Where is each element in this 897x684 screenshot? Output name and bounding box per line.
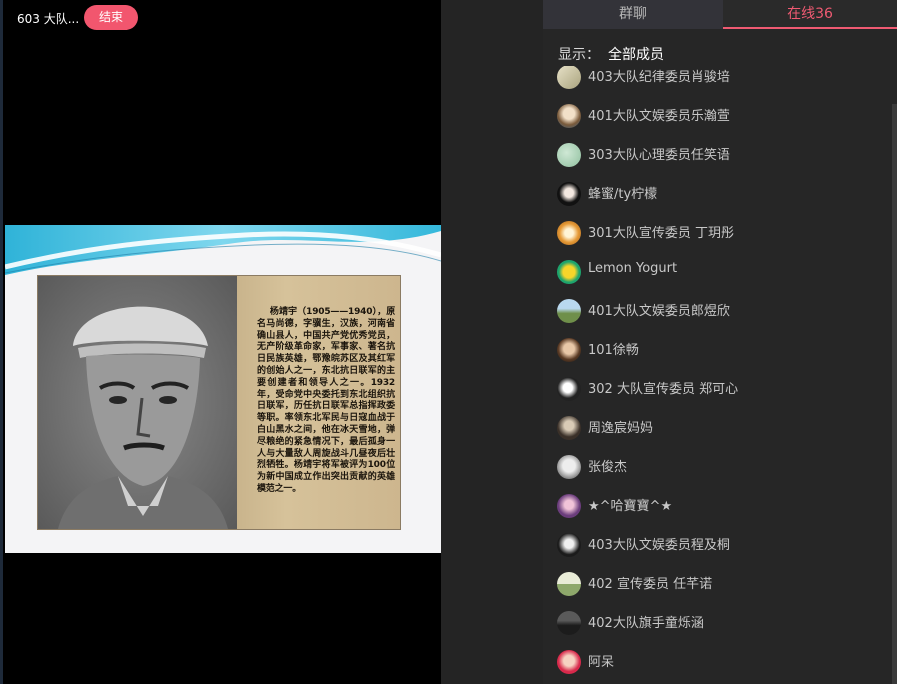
member-item[interactable]: 402大队旗手童烁涵	[557, 610, 887, 636]
member-item[interactable]: 101徐畅	[557, 337, 887, 363]
member-item[interactable]: 401大队文娱委员乐瀚萱	[557, 103, 887, 129]
portrait-photo	[38, 276, 237, 529]
avatar	[557, 650, 581, 674]
member-item[interactable]: 401大队文娱委员郎煜欣	[557, 298, 887, 324]
tab-group-chat[interactable]: 群聊	[543, 0, 723, 29]
avatar	[557, 455, 581, 479]
member-name: 403大队文娱委员程及桐	[588, 538, 730, 553]
member-item[interactable]: 301大队宣传委员 丁玥彤	[557, 220, 887, 246]
member-item[interactable]: 303大队心理委员任笑语	[557, 142, 887, 168]
member-item[interactable]: 蜂蜜/ty柠檬	[557, 181, 887, 207]
video-stage: 603 大队... 结束 杨靖宇（1905——1940），原名马尚德，字骥生，汉…	[0, 0, 441, 684]
member-name: 301大队宣传委员 丁玥彤	[588, 226, 734, 241]
member-filter: 显示： 全部成员	[558, 44, 664, 64]
member-name: 阿呆	[588, 655, 615, 670]
member-item[interactable]: Lemon Yogurt	[557, 259, 887, 285]
member-name: Lemon Yogurt	[588, 261, 678, 276]
member-name: 302 大队宣传委员 郑可心	[588, 382, 739, 397]
member-item[interactable]: 302 大队宣传委员 郑可心	[557, 376, 887, 402]
divider-area	[441, 0, 543, 684]
member-item[interactable]: 阿呆	[557, 649, 887, 675]
member-name: ★^哈寶寶^★	[588, 499, 673, 514]
panel-tabs: 群聊 在线36	[543, 0, 897, 29]
member-item[interactable]: 403大队纪律委员肖骏培	[557, 66, 887, 90]
member-name: 401大队文娱委员郎煜欣	[588, 304, 730, 319]
filter-dropdown[interactable]: 全部成员	[608, 47, 664, 63]
member-name: 101徐畅	[588, 343, 639, 358]
avatar	[557, 143, 581, 167]
member-name: 403大队纪律委员肖骏培	[588, 70, 730, 85]
stage-edge	[0, 0, 3, 684]
avatar	[557, 416, 581, 440]
avatar	[557, 377, 581, 401]
member-name: 张俊杰	[588, 460, 628, 475]
end-button[interactable]: 结束	[84, 5, 138, 30]
avatar	[557, 299, 581, 323]
member-item[interactable]: 402 宣传委员 任芊诺	[557, 571, 887, 597]
member-name: 402 宣传委员 任芊诺	[588, 577, 713, 592]
avatar	[557, 572, 581, 596]
avatar	[557, 494, 581, 518]
avatar	[557, 260, 581, 284]
member-name: 周逸宸妈妈	[588, 421, 654, 436]
member-item[interactable]: ★^哈寶寶^★	[557, 493, 887, 519]
bio-panel: 杨靖宇（1905——1940），原名马尚德，字骥生，汉族，河南省确山县人，中国共…	[237, 276, 400, 529]
biography-text: 杨靖宇（1905——1940），原名马尚德，字骥生，汉族，河南省确山县人，中国共…	[257, 307, 396, 494]
photo-frame: 杨靖宇（1905——1940），原名马尚德，字骥生，汉族，河南省确山县人，中国共…	[37, 275, 401, 530]
avatar	[557, 533, 581, 557]
tab-online[interactable]: 在线36	[723, 0, 897, 29]
scrollbar[interactable]	[892, 104, 897, 684]
side-panel: 群聊 在线36 显示： 全部成员 403大队纪律委员肖骏培 401大队文娱委员乐瀚萱…	[543, 0, 897, 684]
avatar	[557, 182, 581, 206]
avatar	[557, 66, 581, 89]
member-item[interactable]: 周逸宸妈妈	[557, 415, 887, 441]
avatar	[557, 611, 581, 635]
member-name: 401大队文娱委员乐瀚萱	[588, 109, 730, 124]
member-item[interactable]: 张俊杰	[557, 454, 887, 480]
member-name: 蜂蜜/ty柠檬	[588, 187, 658, 202]
member-item[interactable]: 403大队文娱委员程及桐	[557, 532, 887, 558]
member-name: 303大队心理委员任笑语	[588, 148, 730, 163]
member-list: 403大队纪律委员肖骏培 401大队文娱委员乐瀚萱 303大队心理委员任笑语 蜂蜜/t…	[543, 66, 897, 684]
room-title: 603 大队...	[17, 12, 80, 26]
presentation-slide: 杨靖宇（1905——1940），原名马尚德，字骥生，汉族，河南省确山县人，中国共…	[5, 225, 441, 553]
avatar	[557, 104, 581, 128]
avatar	[557, 221, 581, 245]
filter-label: 显示：	[558, 47, 600, 63]
member-name: 402大队旗手童烁涵	[588, 616, 704, 631]
avatar	[557, 338, 581, 362]
